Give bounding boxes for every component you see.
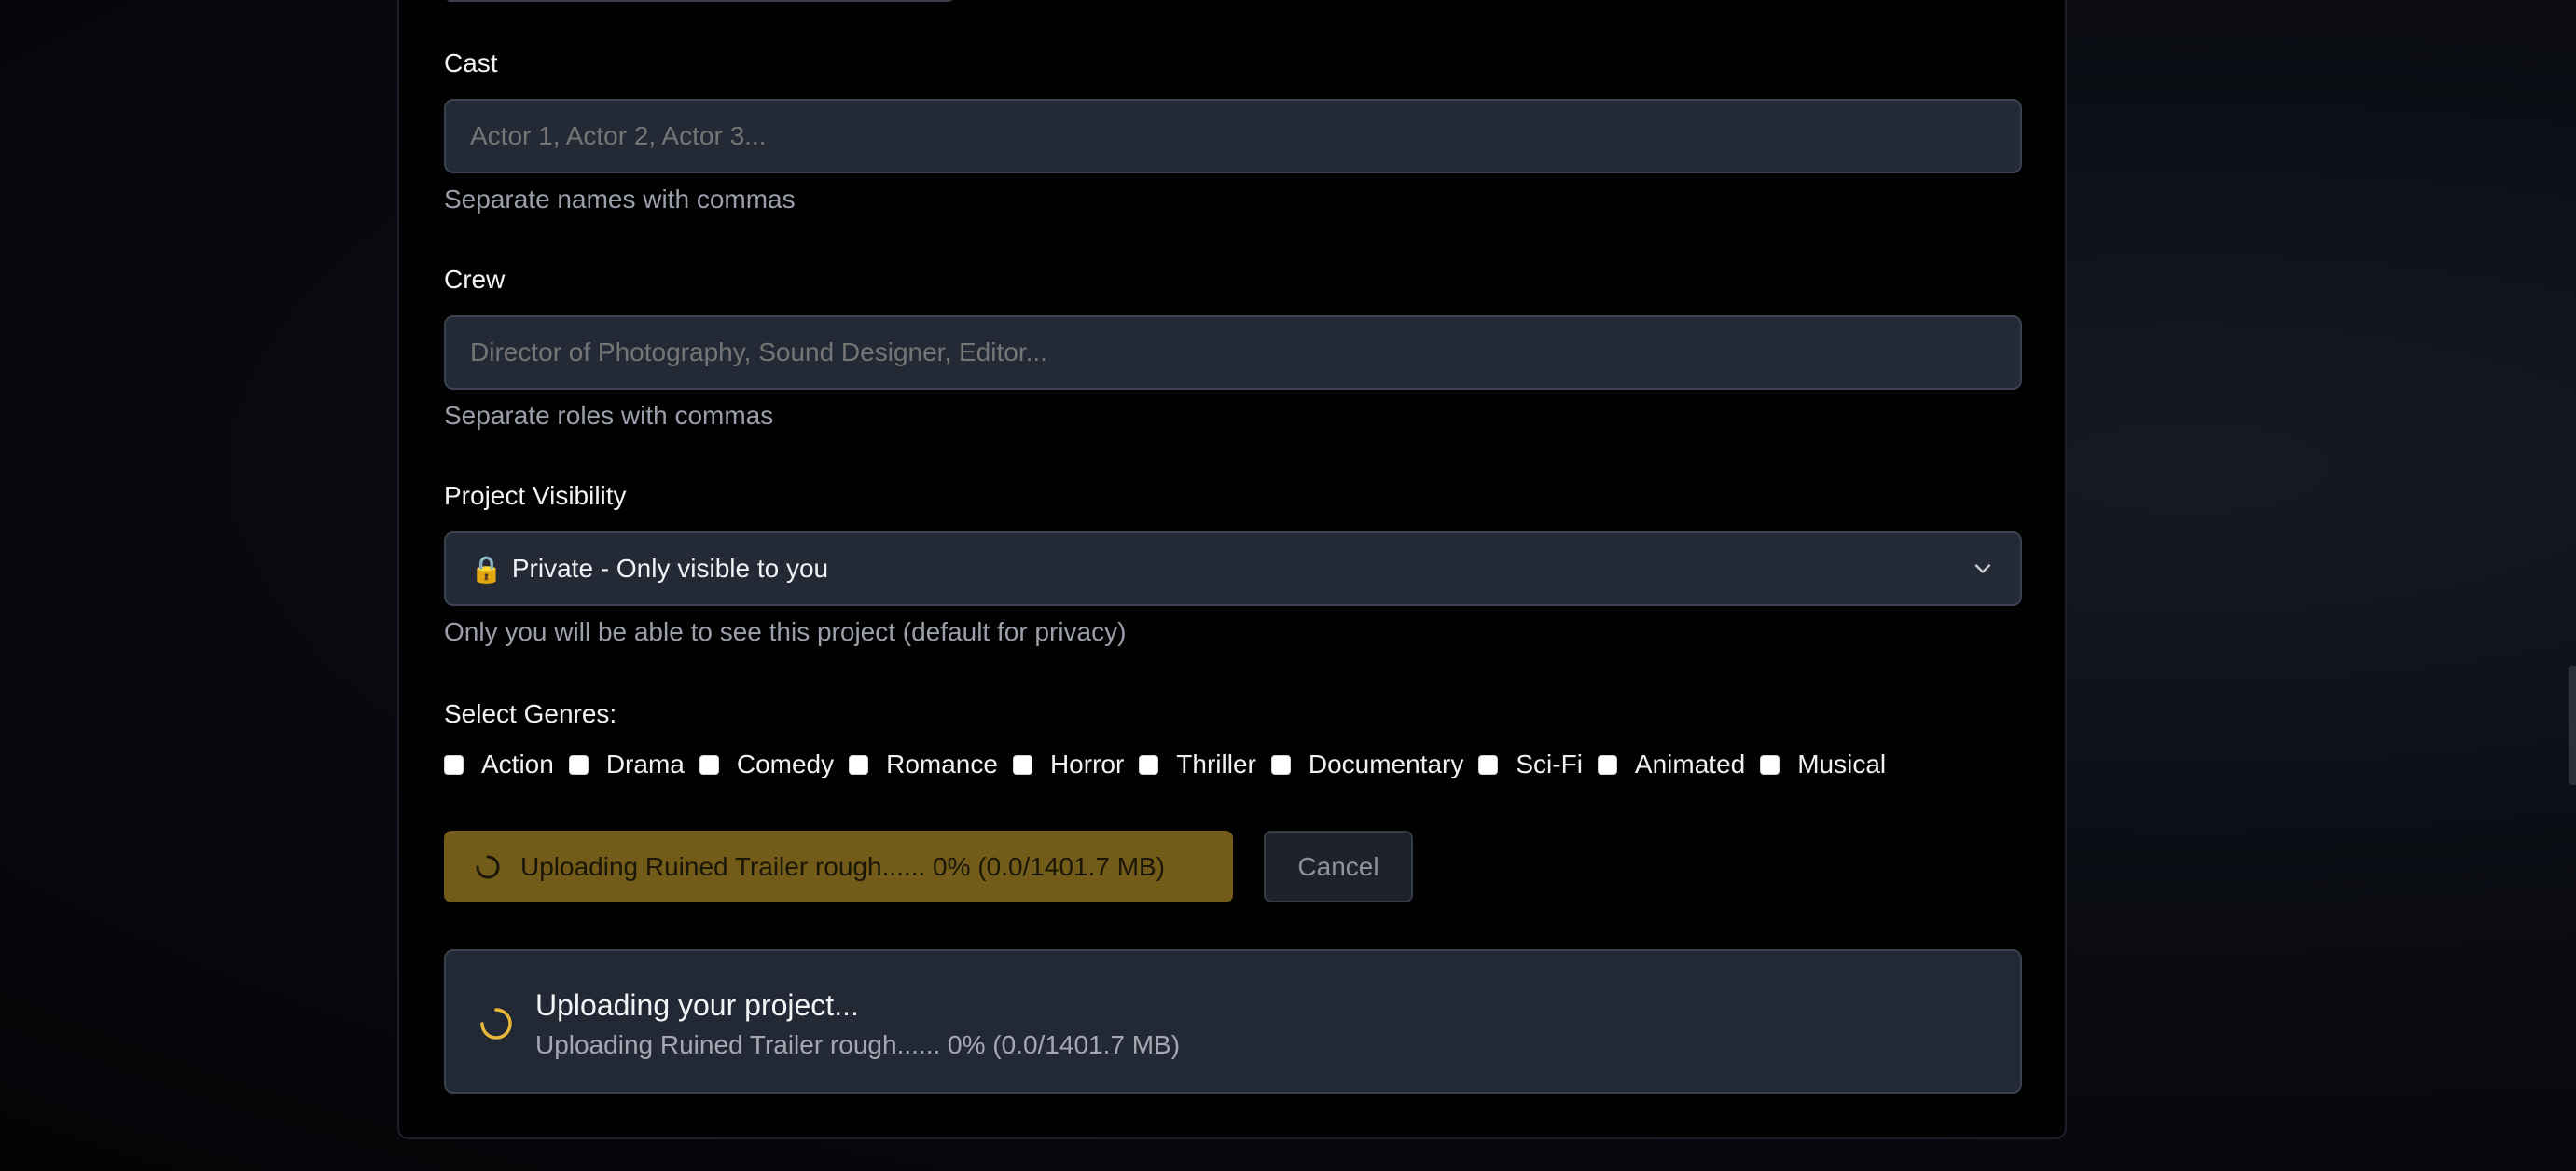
cancel-button[interactable]: Cancel [1264,831,1413,902]
checkbox[interactable] [1270,754,1291,775]
upload-status-card: Uploading your project... Uploading Ruin… [444,949,2022,1094]
lock-icon: 🔒 [470,554,503,584]
crew-label: Crew [444,265,506,294]
genre-label: Horror [1049,750,1125,778]
chevron-down-icon [1974,564,1991,573]
genres-checkbox-group: Action Drama Comedy Romance Horror Thril… [444,750,1901,779]
genre-checkbox-comedy[interactable]: Comedy [699,750,834,779]
genre-checkbox-musical[interactable]: Musical [1760,750,1886,779]
genre-checkbox-drama[interactable]: Drama [568,750,685,779]
checkbox[interactable] [1760,754,1780,775]
visibility-label: Project Visibility [444,481,627,510]
genre-label: Romance [886,750,998,778]
crew-help-text: Separate roles with commas [444,401,774,430]
genre-label: Action [481,750,554,778]
genre-checkbox-thriller[interactable]: Thriller [1139,750,1256,779]
checkbox[interactable] [1597,754,1617,775]
visibility-help-text: Only you will be able to see this projec… [444,617,1127,646]
genre-checkbox-documentary[interactable]: Documentary [1270,750,1464,779]
visibility-select[interactable]: 🔒 Private - Only visible to you [444,531,2022,606]
genre-label: Documentary [1308,750,1464,778]
checkbox[interactable] [849,754,869,775]
upload-button-label: Uploading Ruined Trailer rough...... 0% … [520,851,1166,881]
cast-input[interactable] [444,99,2022,173]
genre-label: Animated [1634,750,1746,778]
genres-label: Select Genres: [444,699,617,728]
genre-checkbox-animated[interactable]: Animated [1597,750,1746,779]
genre-checkbox-horror[interactable]: Horror [1012,750,1125,779]
genre-label: Thriller [1176,750,1256,778]
genre-label: Sci-Fi [1516,750,1583,778]
genre-label: Musical [1797,750,1887,778]
upload-submit-button[interactable]: Uploading Ruined Trailer rough...... 0% … [444,831,1233,902]
scrollbar-thumb[interactable] [2569,666,2576,785]
checkbox[interactable] [699,754,719,775]
spinner-icon [480,1008,512,1040]
previous-field-edge [444,0,955,2]
crew-input[interactable] [444,315,2022,390]
checkbox[interactable] [1012,754,1032,775]
checkbox[interactable] [1139,754,1159,775]
genre-label: Comedy [736,750,835,778]
visibility-selected-value: Private - Only visible to you [511,554,829,583]
cast-help-text: Separate names with commas [444,185,796,214]
checkbox[interactable] [1478,754,1499,775]
genre-checkbox-scifi[interactable]: Sci-Fi [1478,750,1583,779]
genre-label: Drama [605,750,685,778]
cast-label: Cast [444,48,498,77]
upload-status-detail: Uploading Ruined Trailer rough...... 0% … [535,1030,1181,1059]
genre-checkbox-action[interactable]: Action [444,750,554,779]
checkbox[interactable] [444,754,464,775]
upload-status-title: Uploading your project... [535,988,859,1022]
spinner-icon [476,855,500,878]
genre-checkbox-romance[interactable]: Romance [849,750,998,779]
checkbox[interactable] [568,754,589,775]
